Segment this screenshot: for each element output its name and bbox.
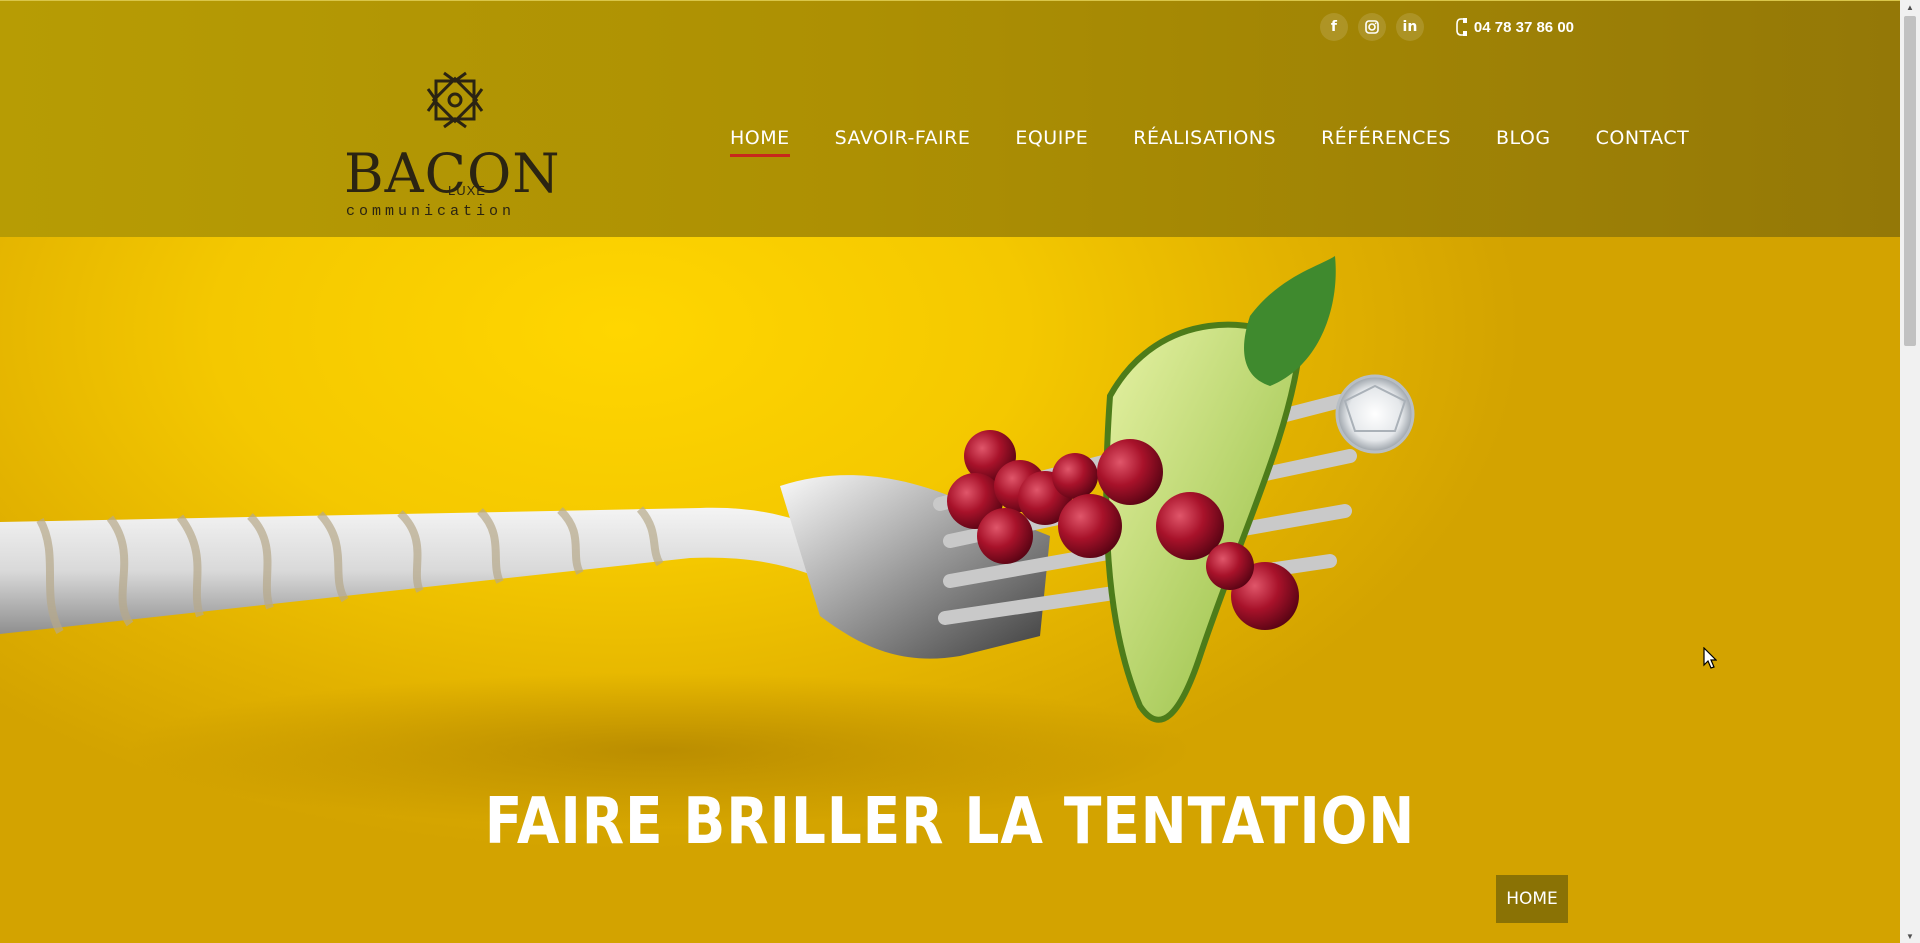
mouse-cursor-icon [1703,647,1717,669]
breadcrumb-home[interactable]: HOME [1496,875,1568,923]
nav-home[interactable]: HOME [730,127,790,157]
logo-tagline: communication [346,203,516,220]
site-header: f in 04 78 37 86 00 BACON LUXE communica… [0,0,1900,237]
nav-blog[interactable]: BLOG [1496,127,1551,157]
logo-emblem-icon [426,71,484,129]
site-logo[interactable]: BACON LUXE communication [338,67,560,227]
main-nav: HOME SAVOIR-FAIRE EQUIPE RÉALISATIONS RÉ… [730,127,1689,157]
logo-luxe: LUXE [448,183,486,198]
scrollbar-thumb[interactable] [1904,16,1916,346]
scroll-up-arrow-icon[interactable]: ▲ [1900,0,1920,14]
nav-contact[interactable]: CONTACT [1596,127,1690,157]
nav-equipe[interactable]: EQUIPE [1015,127,1088,157]
header-topbar: f in 04 78 37 86 00 [1319,13,1574,41]
phone-icon [1456,18,1468,36]
nav-savoir-faire[interactable]: SAVOIR-FAIRE [835,127,971,157]
phone-number: 04 78 37 86 00 [1473,18,1574,36]
instagram-icon[interactable] [1357,13,1386,41]
hero-headline: FAIRE BRILLER LA TENTATION [484,784,1416,859]
nav-realisations[interactable]: RÉALISATIONS [1133,127,1276,157]
scroll-down-arrow-icon[interactable]: ▼ [1900,929,1920,943]
nav-references[interactable]: RÉFÉRENCES [1321,127,1451,157]
page-scrollbar[interactable]: ▲ ▼ [1900,0,1920,943]
linkedin-icon[interactable]: in [1395,13,1424,41]
page: f in 04 78 37 86 00 BACON LUXE communica… [0,0,1900,943]
facebook-icon[interactable]: f [1319,13,1348,41]
phone-contact[interactable]: 04 78 37 86 00 [1456,18,1574,36]
